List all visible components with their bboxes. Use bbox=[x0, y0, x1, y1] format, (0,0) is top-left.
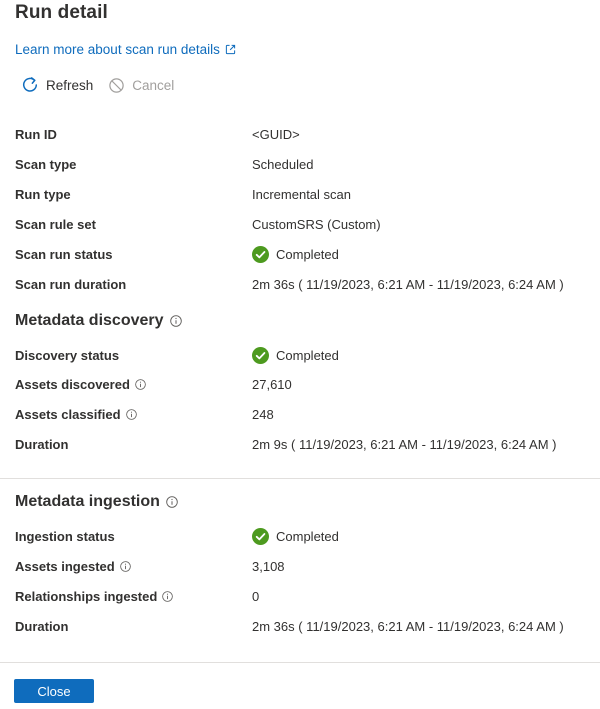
row-ingestion-status: Ingestion status Completed bbox=[0, 525, 600, 547]
toolbar: Refresh Cancel bbox=[21, 74, 189, 96]
metadata-discovery-title-text: Metadata discovery bbox=[15, 312, 164, 329]
discovery-status-value: Completed bbox=[252, 346, 339, 364]
discovery-status-text: Completed bbox=[276, 347, 339, 363]
checkmark-circle-icon bbox=[252, 346, 269, 364]
checkmark-circle-icon bbox=[252, 245, 269, 263]
footer-divider bbox=[0, 662, 600, 663]
info-icon[interactable] bbox=[169, 315, 182, 327]
assets-ingested-value: 3,108 bbox=[252, 558, 285, 574]
assets-discovered-label: Assets discovered bbox=[15, 377, 146, 392]
scan-run-status-label: Scan run status bbox=[15, 246, 113, 262]
run-type-label: Run type bbox=[15, 186, 71, 202]
row-scan-rule-set: Scan rule set CustomSRS (Custom) bbox=[0, 213, 600, 235]
row-assets-discovered: Assets discovered 27,610 bbox=[0, 373, 600, 395]
info-icon[interactable] bbox=[162, 590, 174, 602]
row-scan-run-duration: Scan run duration 2m 36s ( 11/19/2023, 6… bbox=[0, 273, 600, 295]
info-icon[interactable] bbox=[166, 496, 178, 508]
ingestion-status-label: Ingestion status bbox=[15, 528, 115, 544]
info-icon[interactable] bbox=[135, 378, 146, 390]
row-discovery-duration: Duration 2m 9s ( 11/19/2023, 6:21 AM - 1… bbox=[0, 433, 600, 455]
info-icon[interactable] bbox=[119, 560, 131, 572]
discovery-duration-label: Duration bbox=[15, 436, 69, 452]
scan-run-duration-value: 2m 36s ( 11/19/2023, 6:21 AM - 11/19/202… bbox=[252, 276, 564, 292]
run-id-label: Run ID bbox=[15, 126, 57, 142]
discovery-status-label: Discovery status bbox=[15, 347, 120, 363]
assets-classified-label: Assets classified bbox=[15, 407, 137, 422]
scan-rule-set-label: Scan rule set bbox=[15, 216, 96, 232]
row-ingestion-duration: Duration 2m 36s ( 11/19/2023, 6:21 AM - … bbox=[0, 615, 600, 637]
assets-classified-label-text: Assets classified bbox=[15, 406, 121, 422]
section-divider bbox=[0, 478, 600, 479]
row-run-type: Run type Incremental scan bbox=[0, 183, 600, 205]
relationships-ingested-label-text: Relationships ingested bbox=[15, 588, 158, 604]
external-link-icon bbox=[225, 44, 236, 55]
learn-more-link[interactable]: Learn more about scan run details bbox=[15, 42, 236, 57]
assets-classified-value: 248 bbox=[252, 406, 274, 422]
page-title: Run detail bbox=[15, 2, 108, 23]
metadata-ingestion-title: Metadata ingestion bbox=[15, 493, 178, 511]
scan-type-value: Scheduled bbox=[252, 156, 314, 172]
relationships-ingested-value: 0 bbox=[252, 588, 260, 604]
scan-rule-set-value: CustomSRS (Custom) bbox=[252, 216, 381, 232]
learn-more-link-text: Learn more about scan run details bbox=[15, 42, 220, 57]
scan-type-label: Scan type bbox=[15, 156, 77, 172]
close-button[interactable]: Close bbox=[14, 679, 94, 703]
refresh-button[interactable]: Refresh bbox=[21, 76, 93, 94]
row-run-id: Run ID <GUID> bbox=[0, 123, 600, 145]
metadata-ingestion-title-text: Metadata ingestion bbox=[15, 493, 160, 510]
row-discovery-status: Discovery status Completed bbox=[0, 344, 600, 366]
cancel-icon bbox=[109, 77, 125, 93]
cancel-button[interactable]: Cancel bbox=[108, 77, 174, 94]
relationships-ingested-label: Relationships ingested bbox=[15, 588, 174, 604]
assets-ingested-label: Assets ingested bbox=[15, 559, 131, 574]
info-icon[interactable] bbox=[125, 408, 137, 420]
ingestion-duration-label: Duration bbox=[15, 618, 69, 634]
row-assets-ingested: Assets ingested 3,108 bbox=[0, 555, 600, 577]
metadata-discovery-title: Metadata discovery bbox=[15, 312, 182, 330]
scan-run-status-text: Completed bbox=[276, 246, 339, 262]
cancel-label: Cancel bbox=[132, 77, 175, 93]
scan-run-status-value: Completed bbox=[252, 245, 339, 263]
refresh-icon bbox=[23, 77, 38, 92]
discovery-duration-value: 2m 9s ( 11/19/2023, 6:21 AM - 11/19/2023… bbox=[252, 436, 557, 452]
assets-ingested-label-text: Assets ingested bbox=[15, 558, 115, 574]
checkmark-circle-icon bbox=[252, 527, 269, 545]
run-type-value: Incremental scan bbox=[252, 186, 351, 202]
ingestion-status-text: Completed bbox=[276, 528, 339, 544]
row-scan-type: Scan type Scheduled bbox=[0, 153, 600, 175]
refresh-label: Refresh bbox=[46, 77, 94, 93]
run-id-value: <GUID> bbox=[252, 126, 300, 142]
ingestion-status-value: Completed bbox=[252, 527, 339, 545]
run-detail-panel: Run detail Learn more about scan run det… bbox=[0, 0, 600, 709]
row-relationships-ingested: Relationships ingested 0 bbox=[0, 585, 600, 607]
scan-run-duration-label: Scan run duration bbox=[15, 276, 127, 292]
assets-discovered-label-text: Assets discovered bbox=[15, 376, 130, 392]
ingestion-duration-value: 2m 36s ( 11/19/2023, 6:21 AM - 11/19/202… bbox=[252, 618, 564, 634]
assets-discovered-value: 27,610 bbox=[252, 376, 292, 392]
row-assets-classified: Assets classified 248 bbox=[0, 403, 600, 425]
row-scan-run-status: Scan run status Completed bbox=[0, 243, 600, 265]
